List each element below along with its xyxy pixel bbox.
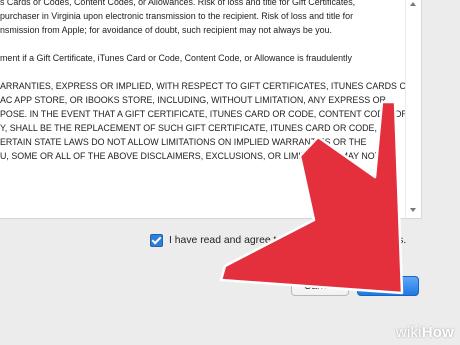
agree-checkbox-label[interactable]: I have read and agree to these Terms & C… [169, 235, 406, 246]
terms-line [0, 37, 405, 51]
terms-line: U, SOME OR ALL OF THE ABOVE DISCLAIMERS,… [0, 151, 381, 161]
terms-line [0, 65, 405, 79]
agree-button[interactable]: Agree [357, 276, 419, 296]
terms-dialog: s Cards or Codes, Content Codes, or Allo… [0, 0, 460, 345]
scroll-up-arrow-icon[interactable] [410, 2, 416, 6]
terms-line: ERTAIN STATE LAWS DO NOT ALLOW LIMITATIO… [0, 137, 367, 147]
terms-line: s Cards or Codes, Content Codes, or Allo… [0, 0, 356, 7]
agree-terms-row[interactable]: I have read and agree to these Terms & C… [150, 232, 406, 248]
cancel-button[interactable]: Cancel [291, 276, 349, 296]
terms-text-panel[interactable]: s Cards or Codes, Content Codes, or Allo… [0, 0, 422, 219]
terms-line: nsmission from Apple; for avoidance of d… [0, 25, 333, 35]
terms-line: Y, SHALL BE THE REPLACEMENT OF SUCH GIFT… [0, 123, 377, 133]
terms-scrollbar[interactable] [405, 0, 421, 218]
agree-checkbox[interactable] [150, 233, 163, 247]
terms-line: AC APP STORE, OR IBOOKS STORE, INCLUDING… [0, 95, 386, 105]
wikihow-watermark: wikiHow [396, 324, 454, 341]
scroll-down-arrow-icon[interactable] [410, 208, 416, 212]
watermark-how: How [421, 324, 454, 341]
terms-line: POSE. IN THE EVENT THAT A GIFT CERTIFICA… [0, 109, 405, 119]
terms-line: ARRANTIES, EXPRESS OR IMPLIED, WITH RESP… [0, 81, 405, 91]
watermark-wiki: wiki [395, 324, 422, 341]
terms-line: purchaser in Virginia upon electronic tr… [0, 11, 354, 21]
terms-text: s Cards or Codes, Content Codes, or Allo… [0, 0, 405, 163]
dialog-buttons: Cancel Agree [0, 276, 460, 296]
terms-line: ment if a Gift Certificate, iTunes Card … [0, 53, 352, 63]
